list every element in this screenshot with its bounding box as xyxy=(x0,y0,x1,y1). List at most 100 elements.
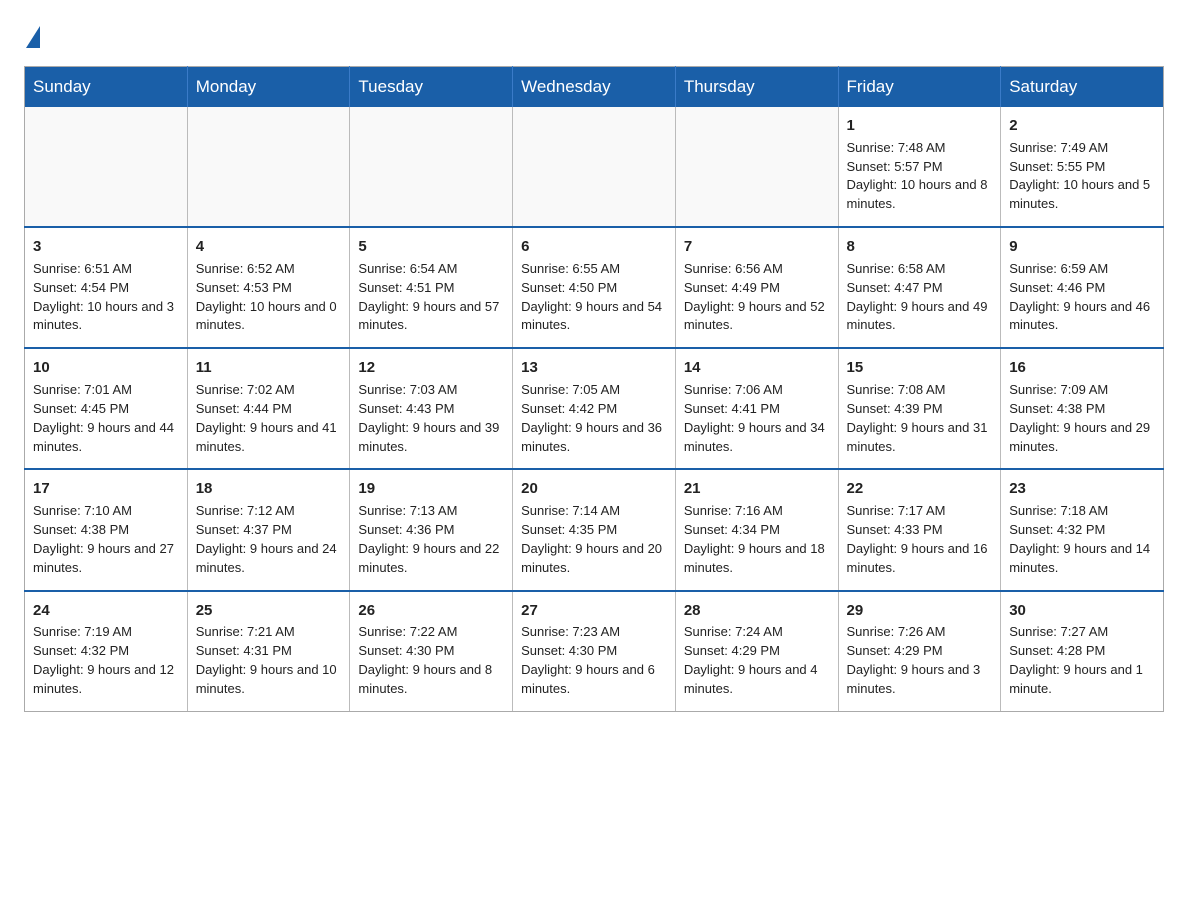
day-number: 3 xyxy=(33,236,179,258)
day-info-text: Sunset: 4:39 PM xyxy=(847,400,993,419)
day-info-text: Daylight: 9 hours and 10 minutes. xyxy=(196,661,342,699)
day-info-text: Sunrise: 7:06 AM xyxy=(684,381,830,400)
day-info-text: Sunrise: 7:18 AM xyxy=(1009,502,1155,521)
day-info-text: Sunrise: 7:24 AM xyxy=(684,623,830,642)
day-info-text: Sunset: 4:31 PM xyxy=(196,642,342,661)
day-number: 21 xyxy=(684,478,830,500)
calendar-cell: 13Sunrise: 7:05 AMSunset: 4:42 PMDayligh… xyxy=(513,348,676,469)
day-info-text: Sunset: 4:49 PM xyxy=(684,279,830,298)
day-info-text: Sunset: 4:42 PM xyxy=(521,400,667,419)
day-info-text: Daylight: 9 hours and 22 minutes. xyxy=(358,540,504,578)
calendar-cell: 16Sunrise: 7:09 AMSunset: 4:38 PMDayligh… xyxy=(1001,348,1164,469)
day-info-text: Sunrise: 7:17 AM xyxy=(847,502,993,521)
day-info-text: Sunset: 4:35 PM xyxy=(521,521,667,540)
day-info-text: Sunrise: 7:10 AM xyxy=(33,502,179,521)
day-info-text: Sunrise: 7:26 AM xyxy=(847,623,993,642)
day-info-text: Daylight: 9 hours and 4 minutes. xyxy=(684,661,830,699)
day-info-text: Sunrise: 6:55 AM xyxy=(521,260,667,279)
calendar-cell: 26Sunrise: 7:22 AMSunset: 4:30 PMDayligh… xyxy=(350,591,513,712)
day-info-text: Sunrise: 6:54 AM xyxy=(358,260,504,279)
calendar-cell: 20Sunrise: 7:14 AMSunset: 4:35 PMDayligh… xyxy=(513,469,676,590)
day-info-text: Daylight: 9 hours and 29 minutes. xyxy=(1009,419,1155,457)
calendar-header-row: SundayMondayTuesdayWednesdayThursdayFrid… xyxy=(25,67,1164,108)
day-info-text: Daylight: 9 hours and 8 minutes. xyxy=(358,661,504,699)
day-info-text: Sunset: 4:30 PM xyxy=(521,642,667,661)
day-info-text: Sunrise: 7:08 AM xyxy=(847,381,993,400)
day-info-text: Sunset: 4:47 PM xyxy=(847,279,993,298)
calendar-cell: 3Sunrise: 6:51 AMSunset: 4:54 PMDaylight… xyxy=(25,227,188,348)
day-number: 19 xyxy=(358,478,504,500)
day-info-text: Sunrise: 7:23 AM xyxy=(521,623,667,642)
day-number: 24 xyxy=(33,600,179,622)
calendar-cell: 4Sunrise: 6:52 AMSunset: 4:53 PMDaylight… xyxy=(187,227,350,348)
day-info-text: Sunrise: 6:56 AM xyxy=(684,260,830,279)
day-info-text: Daylight: 9 hours and 20 minutes. xyxy=(521,540,667,578)
calendar-cell: 22 Sunrise: 7:17 AMSunset: 4:33 PMDayligh… xyxy=(838,469,1001,590)
logo xyxy=(24,24,40,48)
calendar-cell: 19Sunrise: 7:13 AMSunset: 4:36 PMDayligh… xyxy=(350,469,513,590)
day-info-text: Sunrise: 7:22 AM xyxy=(358,623,504,642)
day-number: 4 xyxy=(196,236,342,258)
day-number: 27 xyxy=(521,600,667,622)
calendar-cell: 24Sunrise: 7:19 AMSunset: 4:32 PMDayligh… xyxy=(25,591,188,712)
logo-triangle-icon xyxy=(26,26,40,48)
day-info-text: Daylight: 9 hours and 1 minute. xyxy=(1009,661,1155,699)
day-info-text: Sunset: 4:29 PM xyxy=(847,642,993,661)
day-info-text: Sunrise: 7:27 AM xyxy=(1009,623,1155,642)
day-number: 7 xyxy=(684,236,830,258)
day-info-text: Sunset: 4:34 PM xyxy=(684,521,830,540)
day-info-text: Sunset: 4:28 PM xyxy=(1009,642,1155,661)
day-info-text: Sunset: 4:32 PM xyxy=(1009,521,1155,540)
calendar-cell: 21Sunrise: 7:16 AMSunset: 4:34 PMDayligh… xyxy=(675,469,838,590)
day-number: 16 xyxy=(1009,357,1155,379)
day-info-text: Daylight: 9 hours and 6 minutes. xyxy=(521,661,667,699)
day-number: 14 xyxy=(684,357,830,379)
day-info-text: Sunset: 4:37 PM xyxy=(196,521,342,540)
day-info-text: Sunset: 4:53 PM xyxy=(196,279,342,298)
day-number: 1 xyxy=(847,115,993,137)
day-info-text: Daylight: 9 hours and 31 minutes. xyxy=(847,419,993,457)
calendar-cell: 12Sunrise: 7:03 AMSunset: 4:43 PMDayligh… xyxy=(350,348,513,469)
day-info-text: Sunrise: 7:14 AM xyxy=(521,502,667,521)
calendar-cell: 30Sunrise: 7:27 AMSunset: 4:28 PMDayligh… xyxy=(1001,591,1164,712)
day-number: 28 xyxy=(684,600,830,622)
day-info-text: Sunrise: 7:01 AM xyxy=(33,381,179,400)
calendar-cell: 29Sunrise: 7:26 AMSunset: 4:29 PMDayligh… xyxy=(838,591,1001,712)
calendar-cell xyxy=(350,107,513,227)
day-number: 2 xyxy=(1009,115,1155,137)
day-info-text: Sunrise: 7:09 AM xyxy=(1009,381,1155,400)
day-info-text: Sunset: 4:32 PM xyxy=(33,642,179,661)
day-info-text: Sunrise: 7:49 AM xyxy=(1009,139,1155,158)
day-number: 9 xyxy=(1009,236,1155,258)
calendar-cell: 25Sunrise: 7:21 AMSunset: 4:31 PMDayligh… xyxy=(187,591,350,712)
day-info-text: Daylight: 9 hours and 39 minutes. xyxy=(358,419,504,457)
calendar-cell: 28Sunrise: 7:24 AMSunset: 4:29 PMDayligh… xyxy=(675,591,838,712)
calendar-cell: 11Sunrise: 7:02 AMSunset: 4:44 PMDayligh… xyxy=(187,348,350,469)
day-info-text: Daylight: 9 hours and 12 minutes. xyxy=(33,661,179,699)
day-info-text: Sunrise: 7:21 AM xyxy=(196,623,342,642)
day-number: 25 xyxy=(196,600,342,622)
day-number: 29 xyxy=(847,600,993,622)
day-info-text: Sunrise: 7:02 AM xyxy=(196,381,342,400)
day-info-text: Daylight: 10 hours and 0 minutes. xyxy=(196,298,342,336)
day-info-text: Sunset: 5:57 PM xyxy=(847,158,993,177)
calendar-cell: 14Sunrise: 7:06 AMSunset: 4:41 PMDayligh… xyxy=(675,348,838,469)
day-info-text: Daylight: 9 hours and 52 minutes. xyxy=(684,298,830,336)
day-info-text: Sunrise: 7:48 AM xyxy=(847,139,993,158)
day-number: 22 xyxy=(847,478,993,500)
calendar-cell: 6Sunrise: 6:55 AMSunset: 4:50 PMDaylight… xyxy=(513,227,676,348)
day-info-text: Sunset: 4:36 PM xyxy=(358,521,504,540)
calendar-cell: 1Sunrise: 7:48 AMSunset: 5:57 PMDaylight… xyxy=(838,107,1001,227)
day-info-text: Daylight: 9 hours and 16 minutes. xyxy=(847,540,993,578)
day-info-text: Sunset: 4:33 PM xyxy=(847,521,993,540)
day-info-text: Sunrise: 7:12 AM xyxy=(196,502,342,521)
day-info-text: Sunrise: 7:19 AM xyxy=(33,623,179,642)
day-info-text: Sunrise: 6:58 AM xyxy=(847,260,993,279)
day-info-text: Daylight: 9 hours and 57 minutes. xyxy=(358,298,504,336)
day-info-text: Daylight: 9 hours and 49 minutes. xyxy=(847,298,993,336)
day-info-text: Sunset: 4:30 PM xyxy=(358,642,504,661)
day-info-text: Sunset: 4:51 PM xyxy=(358,279,504,298)
day-info-text: Sunrise: 6:59 AM xyxy=(1009,260,1155,279)
day-info-text: Daylight: 9 hours and 54 minutes. xyxy=(521,298,667,336)
calendar-header-tuesday: Tuesday xyxy=(350,67,513,108)
